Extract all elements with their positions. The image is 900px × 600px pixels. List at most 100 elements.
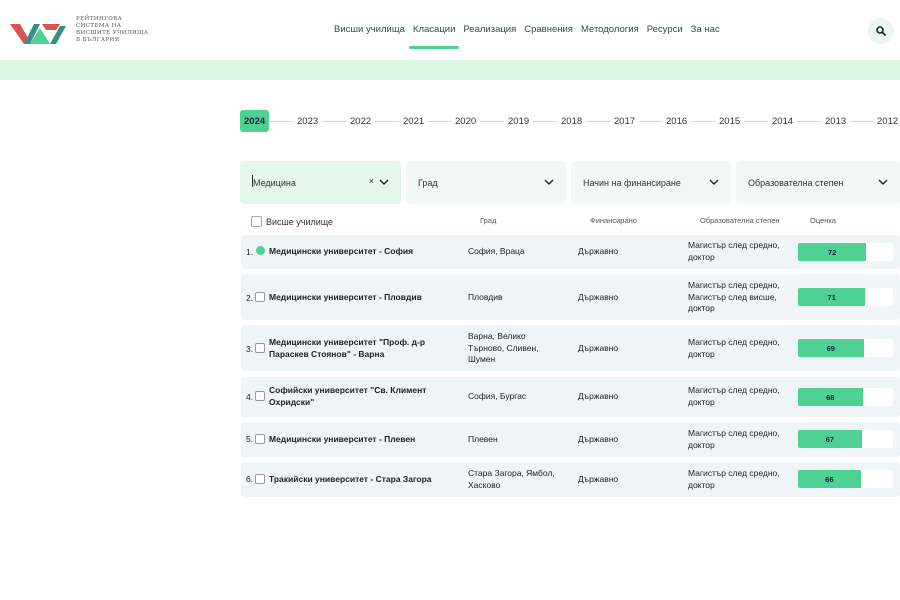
logo-line: висшите училища bbox=[76, 30, 149, 36]
row-financing: Държавно bbox=[578, 434, 619, 444]
score-bar: 67 bbox=[798, 430, 862, 448]
financing-filter[interactable]: Начин на финансиране bbox=[571, 161, 731, 204]
table-row[interactable]: 1. Медицински университет - София София,… bbox=[241, 235, 900, 269]
logo-line: в България bbox=[76, 37, 120, 43]
row-financing: Държавно bbox=[578, 246, 619, 256]
city-filter[interactable]: Град bbox=[406, 161, 566, 204]
financing-filter-placeholder: Начин на финансиране bbox=[583, 177, 681, 188]
year-2022[interactable]: 2022 bbox=[346, 110, 376, 132]
text-caret bbox=[252, 175, 253, 187]
table-row[interactable]: 5. Медицински университет - Плевен Плеве… bbox=[241, 422, 900, 457]
university-name[interactable]: Медицински университет - Пловдив bbox=[269, 292, 454, 304]
table-row[interactable]: 3. Медицински университет "Проф. д-р Пар… bbox=[241, 325, 900, 371]
score-meter: 71 bbox=[798, 288, 893, 306]
row-financing: Държавно bbox=[578, 343, 619, 353]
search-button[interactable] bbox=[868, 18, 894, 44]
university-name[interactable]: Медицински университет - София bbox=[269, 246, 454, 258]
score-meter: 72 bbox=[798, 243, 893, 261]
row-checkbox[interactable] bbox=[255, 391, 265, 401]
year-2016[interactable]: 2016 bbox=[662, 110, 692, 132]
select-all-checkbox[interactable] bbox=[251, 216, 262, 227]
nav-item-resources[interactable]: Ресурси bbox=[643, 24, 687, 50]
score-bar: 68 bbox=[798, 388, 863, 406]
year-2015[interactable]: 2015 bbox=[715, 110, 745, 132]
logo-icon[interactable] bbox=[10, 16, 66, 44]
city-filter-placeholder: Град bbox=[418, 177, 438, 188]
row-rank: 5. bbox=[246, 434, 254, 444]
row-financing: Държавно bbox=[578, 391, 619, 401]
column-header-university: Висше училище bbox=[266, 217, 334, 227]
row-rank: 6. bbox=[246, 474, 254, 484]
university-name[interactable]: Медицински университет - Плевен bbox=[269, 434, 454, 446]
nav-item-methodology[interactable]: Методология bbox=[577, 24, 643, 50]
table-row[interactable]: 2. Медицински университет - Пловдив Плов… bbox=[241, 274, 900, 320]
row-degree: Магистър след средно, доктор bbox=[688, 385, 780, 407]
table-row[interactable]: 6. Тракийски университет - Стара Загора … bbox=[241, 462, 900, 497]
row-rank: 2. bbox=[246, 293, 254, 303]
score-meter: 67 bbox=[798, 430, 893, 448]
score-meter: 69 bbox=[798, 339, 893, 357]
row-city: Стара Загора, Ямбол, Хасково bbox=[468, 468, 555, 490]
logo-line: Рейтингова bbox=[76, 16, 123, 22]
row-degree: Магистър след средно, доктор bbox=[688, 428, 780, 450]
chevron-down-icon[interactable] bbox=[544, 177, 554, 187]
column-header-score: Оценка bbox=[810, 216, 836, 225]
year-2021[interactable]: 2021 bbox=[399, 110, 429, 132]
score-meter: 68 bbox=[798, 388, 893, 406]
row-degree: Магистър след средно, Магистър след висш… bbox=[688, 280, 780, 313]
column-header-financing: Финансирано bbox=[590, 216, 637, 225]
selected-dot-icon[interactable] bbox=[256, 246, 265, 255]
search-icon bbox=[876, 26, 886, 36]
table-row[interactable]: 4. Софийски университет "Св. Климент Охр… bbox=[241, 377, 900, 417]
site-header: Рейтингова система на висшите училища в … bbox=[0, 0, 900, 60]
university-name[interactable]: Медицински университет "Проф. д-р Параск… bbox=[269, 337, 439, 360]
field-filter-value: Медицина bbox=[253, 177, 296, 188]
clear-icon[interactable]: × bbox=[369, 176, 374, 186]
column-header-city: Град bbox=[480, 216, 497, 225]
row-city: Варна, Велико Търново, Сливен, Шумен bbox=[468, 331, 539, 364]
row-checkbox[interactable] bbox=[255, 343, 265, 353]
year-2018[interactable]: 2018 bbox=[557, 110, 587, 132]
nav-item-realization[interactable]: Реализация bbox=[459, 24, 520, 50]
logo-text: Рейтингова система на висшите училища в … bbox=[76, 16, 148, 44]
year-2023[interactable]: 2023 bbox=[293, 110, 323, 132]
nav-item-universities[interactable]: Висши училища bbox=[330, 24, 409, 50]
year-2024[interactable]: 2024 bbox=[240, 110, 270, 132]
row-city: Пловдив bbox=[468, 292, 503, 302]
row-degree: Магистър след средно, доктор bbox=[688, 337, 780, 359]
university-name[interactable]: Софийски университет "Св. Климент Охридс… bbox=[269, 385, 439, 408]
score-bar: 71 bbox=[798, 288, 866, 306]
year-2019[interactable]: 2019 bbox=[504, 110, 534, 132]
chevron-down-icon[interactable] bbox=[379, 177, 389, 187]
field-filter[interactable]: Медицина × bbox=[240, 161, 401, 204]
chevron-down-icon[interactable] bbox=[709, 177, 719, 187]
score-meter: 66 bbox=[798, 470, 893, 488]
row-rank: 3. bbox=[246, 344, 254, 354]
score-bar: 66 bbox=[798, 470, 861, 488]
header-band bbox=[0, 60, 900, 80]
year-2013[interactable]: 2013 bbox=[821, 110, 851, 132]
year-2012[interactable]: 2012 bbox=[873, 110, 900, 132]
nav-item-comparisons[interactable]: Сравнения bbox=[520, 24, 577, 50]
nav-item-rankings[interactable]: Класации bbox=[408, 24, 460, 50]
row-degree: Магистър след средно, доктор bbox=[688, 240, 780, 262]
year-timeline: 2024 2023 2022 2021 2020 2019 2018 2017 … bbox=[240, 110, 900, 132]
year-2014[interactable]: 2014 bbox=[768, 110, 798, 132]
chevron-down-icon[interactable] bbox=[878, 177, 888, 187]
row-city: София, Враца bbox=[468, 246, 525, 256]
row-checkbox[interactable] bbox=[255, 474, 265, 484]
main-nav: Висши училища Класации Реализация Сравне… bbox=[330, 24, 724, 50]
row-city: Плевен bbox=[468, 434, 498, 444]
row-financing: Държавно bbox=[578, 292, 619, 302]
score-bar: 69 bbox=[798, 339, 864, 357]
row-checkbox[interactable] bbox=[255, 434, 265, 444]
year-2017[interactable]: 2017 bbox=[610, 110, 640, 132]
university-name[interactable]: Тракийски университет - Стара Загора bbox=[269, 474, 454, 486]
degree-filter-placeholder: Образователна степен bbox=[748, 177, 844, 188]
column-header-degree: Образователна степен bbox=[700, 216, 780, 225]
year-2020[interactable]: 2020 bbox=[451, 110, 481, 132]
degree-filter[interactable]: Образователна степен bbox=[736, 161, 900, 204]
nav-item-about[interactable]: За нас bbox=[687, 24, 724, 50]
row-rank: 4. bbox=[246, 392, 254, 402]
row-checkbox[interactable] bbox=[255, 292, 265, 302]
